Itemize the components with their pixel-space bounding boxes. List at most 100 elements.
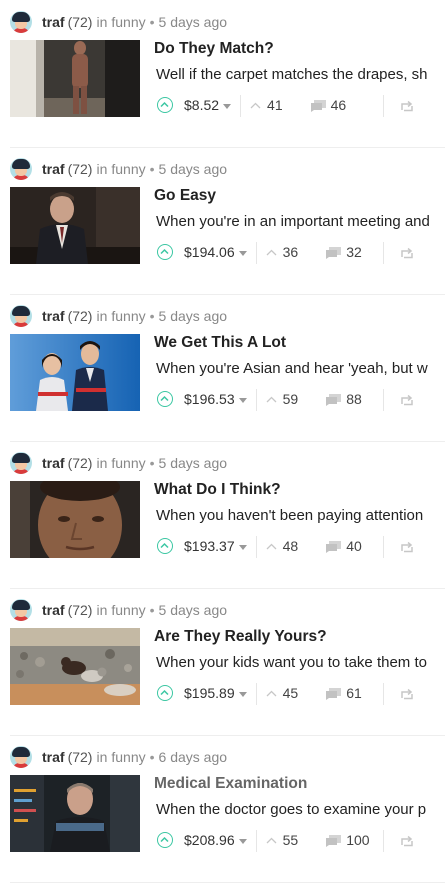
post-title[interactable]: Medical Examination xyxy=(154,775,307,793)
author-avatar[interactable] xyxy=(10,305,32,327)
author-reputation: (72) xyxy=(67,455,93,471)
post-description[interactable]: When your kids want you to take them to xyxy=(156,654,445,671)
author-avatar[interactable] xyxy=(10,746,32,768)
author-name[interactable]: traf xyxy=(42,602,65,618)
post-thumbnail[interactable] xyxy=(10,481,140,558)
comment-count[interactable]: 100 xyxy=(346,832,369,848)
caret-down-icon[interactable] xyxy=(238,545,247,550)
payout-value[interactable]: $194.06 xyxy=(184,244,235,260)
upvote-icon[interactable] xyxy=(157,685,173,701)
post-description[interactable]: When you haven't been paying attention xyxy=(156,507,445,524)
author-name[interactable]: traf xyxy=(42,749,65,765)
comment-icon[interactable] xyxy=(326,247,342,259)
post-timestamp[interactable]: 5 days ago xyxy=(159,455,228,471)
author-name[interactable]: traf xyxy=(42,14,65,30)
post-timestamp[interactable]: 6 days ago xyxy=(159,749,228,765)
post-thumbnail[interactable] xyxy=(10,628,140,705)
reblog-icon[interactable] xyxy=(400,688,414,700)
vote-count[interactable]: 36 xyxy=(283,244,299,260)
category-link[interactable]: funny xyxy=(111,308,145,324)
divider xyxy=(383,389,384,411)
caret-down-icon[interactable] xyxy=(238,692,247,697)
comment-icon[interactable] xyxy=(326,541,342,553)
reblog-icon[interactable] xyxy=(400,247,414,259)
vote-count[interactable]: 59 xyxy=(283,391,299,407)
comment-count[interactable]: 88 xyxy=(346,391,362,407)
upvote-icon[interactable] xyxy=(157,244,173,260)
caret-down-icon[interactable] xyxy=(238,251,247,256)
post-title[interactable]: What Do I Think? xyxy=(154,481,281,499)
category-link[interactable]: funny xyxy=(111,455,145,471)
divider xyxy=(255,389,257,411)
chevron-up-icon[interactable] xyxy=(266,690,277,697)
post-thumbnail[interactable] xyxy=(10,334,140,411)
chevron-up-icon[interactable] xyxy=(266,543,277,550)
category-link[interactable]: funny xyxy=(111,14,145,30)
payout-value[interactable]: $8.52 xyxy=(184,97,219,113)
post-title[interactable]: Go Easy xyxy=(154,187,216,205)
vote-count[interactable]: 55 xyxy=(283,832,299,848)
author-name[interactable]: traf xyxy=(42,308,65,324)
post-thumbnail[interactable] xyxy=(10,40,140,117)
post-author-line: traf (72) in funny • 5 days ago xyxy=(10,158,227,180)
post-summary: traf (72) in funny • 5 days ago Do They … xyxy=(0,0,445,148)
post-title[interactable]: Are They Really Yours? xyxy=(154,628,327,646)
post-timestamp[interactable]: 5 days ago xyxy=(159,602,228,618)
comment-icon[interactable] xyxy=(310,100,326,112)
author-name[interactable]: traf xyxy=(42,161,65,177)
category-link[interactable]: funny xyxy=(111,161,145,177)
post-actions: $8.52 41 46 xyxy=(157,94,445,118)
post-description[interactable]: Well if the carpet matches the drapes, s… xyxy=(156,66,445,83)
chevron-up-icon[interactable] xyxy=(266,837,277,844)
category-link[interactable]: funny xyxy=(111,602,145,618)
post-timestamp[interactable]: 5 days ago xyxy=(159,161,228,177)
upvote-icon[interactable] xyxy=(157,391,173,407)
post-summary: traf (72) in funny • 5 days ago We Get T… xyxy=(0,294,445,442)
reblog-icon[interactable] xyxy=(400,835,414,847)
payout-value[interactable]: $195.89 xyxy=(184,685,235,701)
comment-count[interactable]: 46 xyxy=(331,97,347,113)
in-label: in xyxy=(96,602,108,618)
comment-count[interactable]: 32 xyxy=(346,244,362,260)
reblog-icon[interactable] xyxy=(400,541,414,553)
post-description[interactable]: When the doctor goes to examine your p xyxy=(156,801,445,818)
payout-value[interactable]: $208.96 xyxy=(184,832,235,848)
vote-count[interactable]: 48 xyxy=(283,538,299,554)
post-description[interactable]: When you're in an important meeting and xyxy=(156,213,445,230)
upvote-icon[interactable] xyxy=(157,97,173,113)
upvote-icon[interactable] xyxy=(157,832,173,848)
author-avatar[interactable] xyxy=(10,452,32,474)
post-author-line: traf (72) in funny • 5 days ago xyxy=(10,599,227,621)
post-thumbnail[interactable] xyxy=(10,775,140,852)
post-timestamp[interactable]: 5 days ago xyxy=(159,14,228,30)
category-link[interactable]: funny xyxy=(111,749,145,765)
reblog-icon[interactable] xyxy=(400,100,414,112)
caret-down-icon[interactable] xyxy=(238,839,247,844)
comment-icon[interactable] xyxy=(326,394,342,406)
vote-count[interactable]: 41 xyxy=(267,97,283,113)
author-avatar[interactable] xyxy=(10,599,32,621)
chevron-up-icon[interactable] xyxy=(250,102,261,109)
comment-icon[interactable] xyxy=(326,688,342,700)
post-title[interactable]: Do They Match? xyxy=(154,40,274,58)
reblog-icon[interactable] xyxy=(400,394,414,406)
comment-icon[interactable] xyxy=(326,835,342,847)
author-avatar[interactable] xyxy=(10,11,32,33)
caret-down-icon[interactable] xyxy=(223,104,232,109)
chevron-up-icon[interactable] xyxy=(266,396,277,403)
author-name[interactable]: traf xyxy=(42,455,65,471)
post-title[interactable]: We Get This A Lot xyxy=(154,334,286,352)
payout-value[interactable]: $196.53 xyxy=(184,391,235,407)
caret-down-icon[interactable] xyxy=(238,398,247,403)
post-thumbnail[interactable] xyxy=(10,187,140,264)
divider xyxy=(255,830,257,852)
payout-value[interactable]: $193.37 xyxy=(184,538,235,554)
comment-count[interactable]: 61 xyxy=(346,685,362,701)
chevron-up-icon[interactable] xyxy=(266,249,277,256)
vote-count[interactable]: 45 xyxy=(283,685,299,701)
upvote-icon[interactable] xyxy=(157,538,173,554)
author-avatar[interactable] xyxy=(10,158,32,180)
post-description[interactable]: When you're Asian and hear 'yeah, but w xyxy=(156,360,445,377)
comment-count[interactable]: 40 xyxy=(346,538,362,554)
post-timestamp[interactable]: 5 days ago xyxy=(159,308,228,324)
